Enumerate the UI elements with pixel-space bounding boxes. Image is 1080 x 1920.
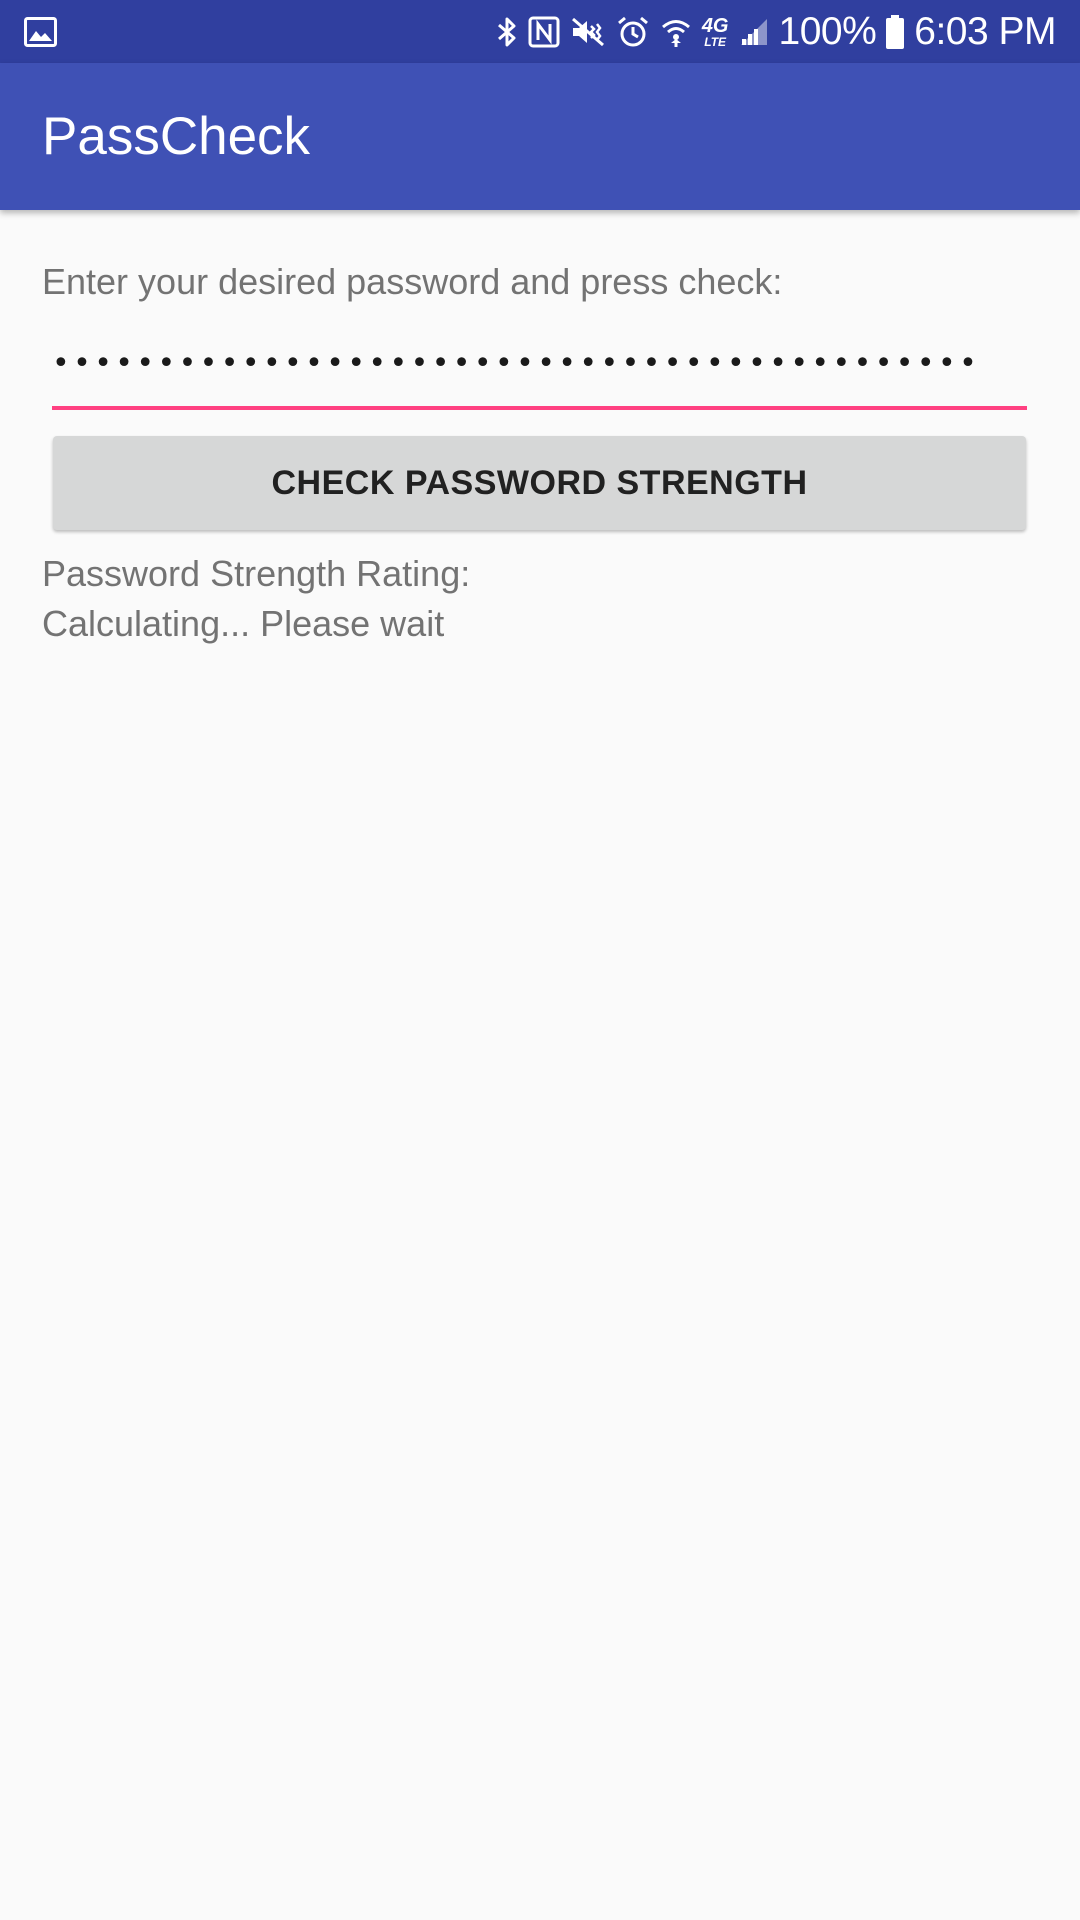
strength-rating-label: Password Strength Rating: — [42, 553, 471, 594]
status-icons: 4G LTE 100% 6:03 PM — [496, 0, 1056, 63]
bluetooth-icon — [496, 12, 518, 52]
app-title: PassCheck — [42, 107, 311, 166]
status-bar: 4G LTE 100% 6:03 PM — [0, 0, 1080, 63]
signal-icon — [739, 12, 769, 52]
lte-icon: 4G LTE — [702, 12, 729, 52]
app-bar: PassCheck — [0, 63, 1080, 210]
clock: 6:03 PM — [914, 10, 1056, 53]
vibrate-mute-icon — [570, 12, 606, 52]
password-value: ••••••••••••••••••••••••••••••••••••••••… — [52, 346, 981, 381]
battery-icon — [886, 12, 905, 52]
password-prompt: Enter your desired password and press ch… — [42, 261, 783, 302]
battery-percent: 100% — [778, 10, 877, 53]
wifi-icon — [660, 12, 692, 52]
check-password-strength-button[interactable]: CHECK PASSWORD STRENGTH — [53, 436, 1026, 530]
nfc-icon — [528, 12, 560, 52]
strength-rating-value: Calculating... Please wait — [42, 603, 445, 644]
network-sub-label: LTE — [704, 34, 727, 49]
password-input[interactable]: ••••••••••••••••••••••••••••••••••••••••… — [52, 328, 1027, 410]
image-notification-icon — [24, 17, 57, 47]
alarm-icon — [616, 12, 650, 52]
network-label: 4G — [701, 14, 729, 37]
